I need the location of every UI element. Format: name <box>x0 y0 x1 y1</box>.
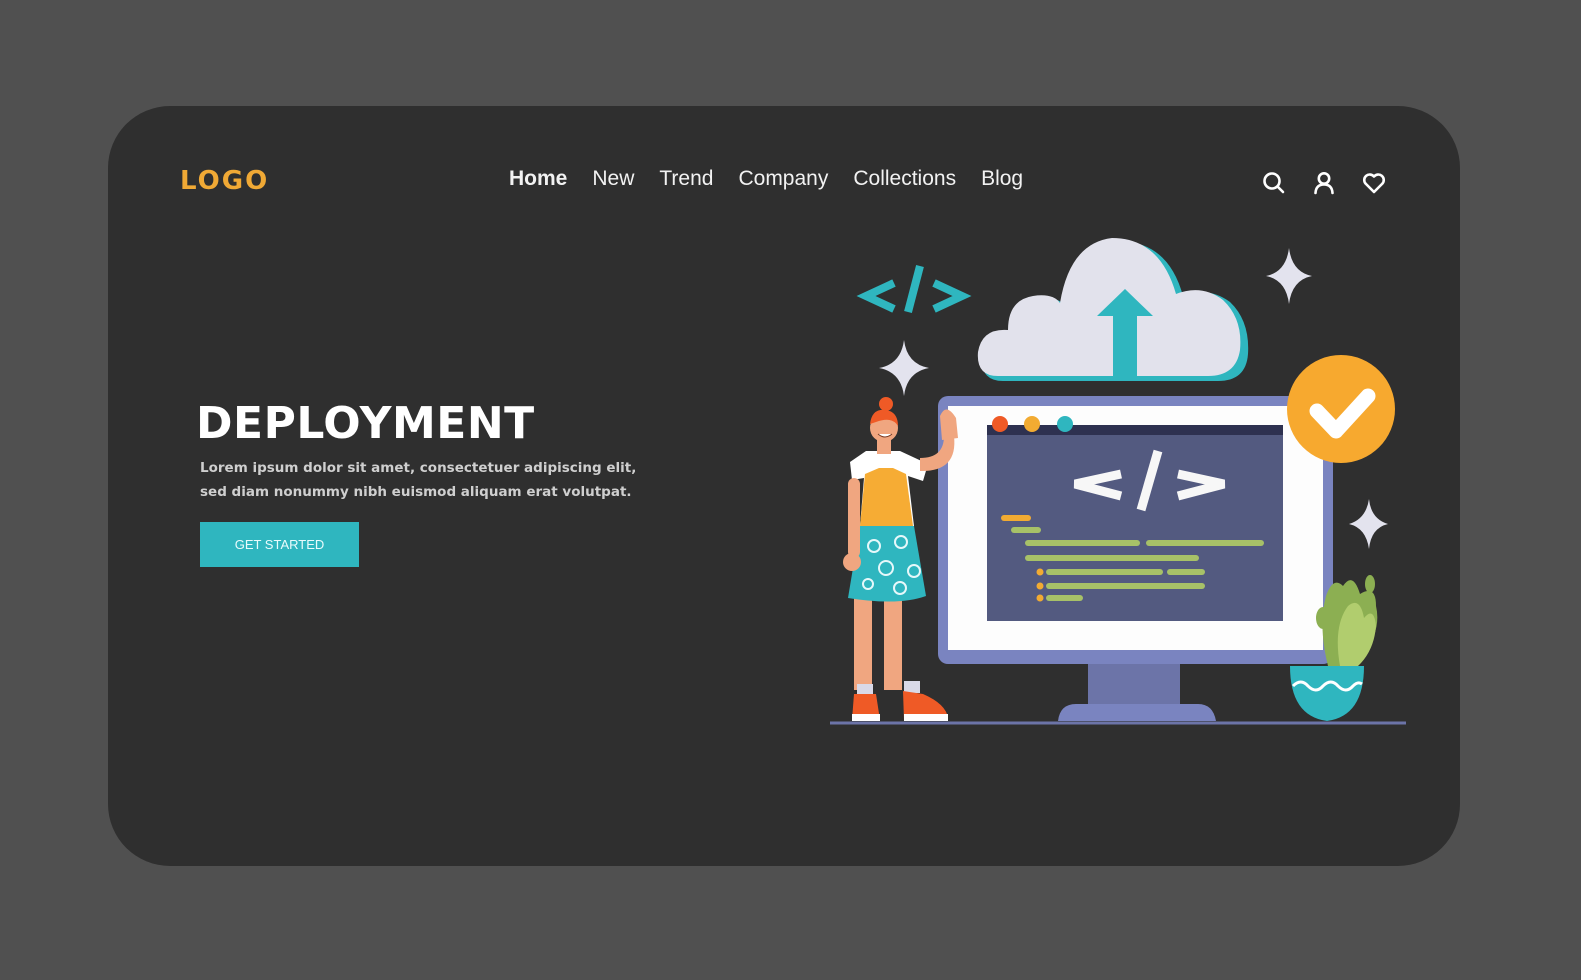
nav-new[interactable]: New <box>592 167 634 191</box>
sparkle-icon <box>879 340 929 396</box>
main-nav: Home New Trend Company Collections Blog <box>509 167 1048 191</box>
heart-icon[interactable] <box>1360 169 1388 197</box>
hero-title: DEPLOYMENT <box>196 398 535 449</box>
search-icon[interactable] <box>1260 169 1288 197</box>
logo[interactable]: LOGO <box>180 166 269 196</box>
sparkle-icon <box>1349 499 1388 549</box>
deployment-illustration <box>830 238 1406 725</box>
sparkle-icon <box>1266 248 1312 304</box>
hero-description: Lorem ipsum dolor sit amet, consectetuer… <box>200 460 637 500</box>
get-started-button[interactable]: GET STARTED <box>200 522 359 567</box>
user-icon[interactable] <box>1310 169 1338 197</box>
nav-home[interactable]: Home <box>509 167 567 191</box>
cloud-upload-icon <box>977 238 1249 381</box>
nav-trend[interactable]: Trend <box>659 167 713 191</box>
nav-company[interactable]: Company <box>738 167 828 191</box>
code-tag-icon <box>856 264 972 314</box>
landing-card: LOGO Home New Trend Company Collections … <box>108 106 1460 866</box>
nav-blog[interactable]: Blog <box>981 167 1023 191</box>
header-icons <box>1260 169 1388 197</box>
monitor <box>938 396 1333 721</box>
checkmark-badge-icon <box>1287 355 1395 463</box>
nav-collections[interactable]: Collections <box>853 167 956 191</box>
